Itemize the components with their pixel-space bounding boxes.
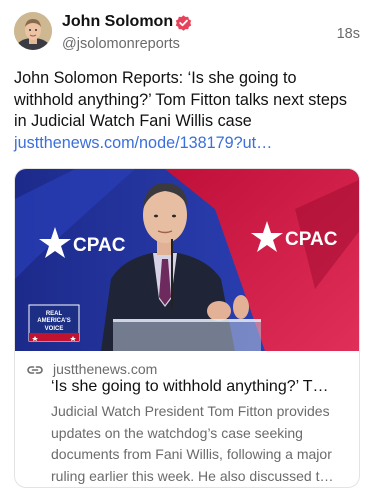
card-title[interactable]: ‘Is she going to withhold anything?’ T… — [51, 378, 349, 396]
post-link[interactable]: justthenews.com/node/138179?ut… — [14, 133, 360, 155]
network-badge: REAL AMERICA'S VOICE — [28, 304, 80, 342]
post-timestamp: 18s — [336, 26, 360, 42]
author-avatar[interactable] — [14, 12, 52, 50]
cpac-sign-right: CPAC — [285, 229, 338, 250]
cpac-sign-left: CPAC — [73, 235, 126, 256]
card-description: Judicial Watch President Tom Fitton prov… — [51, 403, 334, 484]
badge-mid: AMERICA'S — [37, 318, 70, 324]
post-body: John Solomon Reports: ‘Is she going to w… — [14, 68, 360, 154]
author-handle[interactable]: @jsolomonreports — [62, 36, 180, 52]
post-header: John Solomon @jsolomonreports 18s — [14, 12, 360, 58]
link-preview-card[interactable]: CPAC CPAC REAL AMERICA'S VOICE justthene… — [14, 168, 360, 488]
card-image[interactable]: CPAC CPAC REAL AMERICA'S VOICE — [15, 169, 359, 351]
author-name[interactable]: John Solomon — [62, 13, 173, 31]
badge-bottom: VOICE — [45, 326, 64, 332]
post-text: John Solomon Reports: ‘Is she going to w… — [14, 69, 347, 130]
badge-top: REAL — [46, 311, 63, 317]
card-domain: justthenews.com — [53, 361, 158, 377]
verified-badge-icon — [174, 13, 193, 32]
link-chain-icon — [27, 363, 43, 375]
